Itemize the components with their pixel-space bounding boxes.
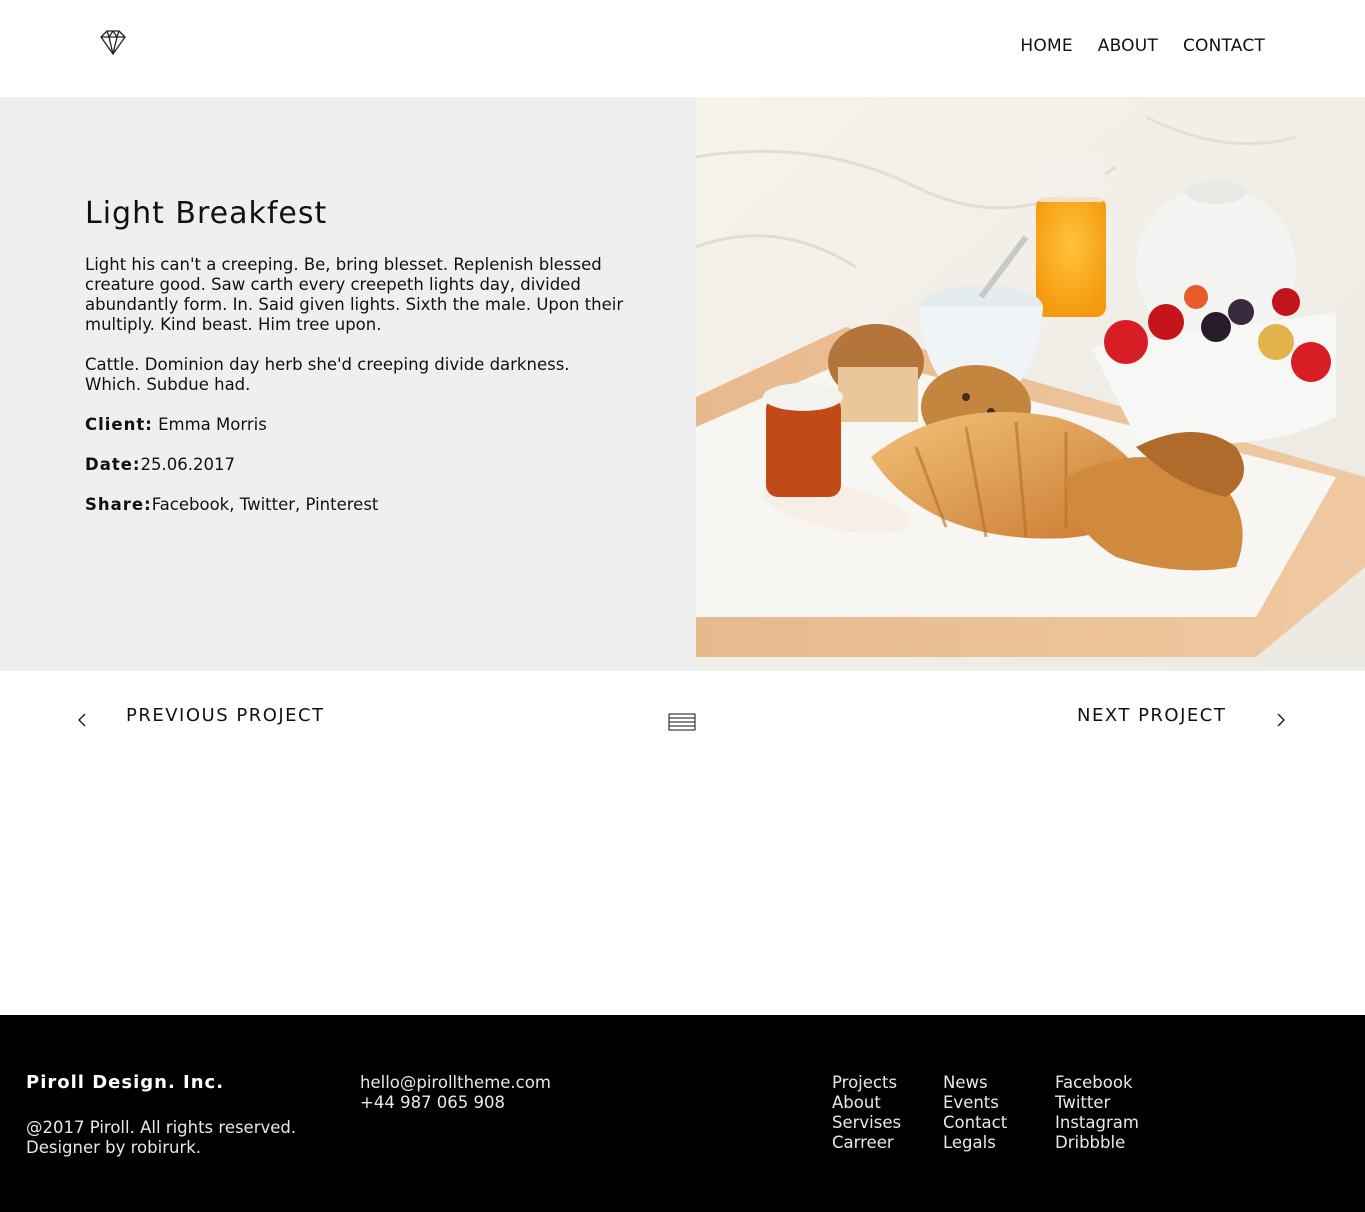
copyright: @2017 Piroll. All rights reserved. Desig… (26, 1118, 296, 1158)
menu-grid-icon[interactable] (668, 713, 696, 731)
main-nav: HOME ABOUT CONTACT (1020, 36, 1265, 56)
share-row: Share:Facebook, Twitter, Pinterest (85, 495, 625, 515)
date-value: 25.06.2017 (140, 455, 235, 474)
phone-link[interactable]: +44 987 065 908 (360, 1093, 551, 1113)
share-label: Share: (85, 495, 152, 514)
footer-link-legals[interactable]: Legals (943, 1133, 1007, 1153)
site-footer: Piroll Design. Inc. @2017 Piroll. All ri… (0, 1015, 1365, 1212)
client-label: Client: (85, 415, 153, 434)
email-link[interactable]: hello@pirolltheme.com (360, 1073, 551, 1093)
footer-link-career[interactable]: Carreer (832, 1133, 901, 1153)
project-section: Light Breakfest Light his can't a creepi… (0, 97, 1365, 671)
chevron-left-icon[interactable] (76, 712, 88, 728)
next-project-link[interactable]: NEXT PROJECT (1077, 705, 1226, 726)
footer-links-col-3: Facebook Twitter Instagram Dribbble (1055, 1073, 1139, 1153)
project-description-2: Cattle. Dominion day herb she'd creeping… (85, 355, 570, 394)
nav-home[interactable]: HOME (1020, 36, 1072, 56)
designer-credit: Designer by robirurk. (26, 1138, 202, 1157)
chevron-right-icon[interactable] (1275, 712, 1287, 728)
footer-link-twitter[interactable]: Twitter (1055, 1093, 1139, 1113)
site-header: HOME ABOUT CONTACT (0, 0, 1365, 97)
copyright-line: @2017 Piroll. All rights reserved. (26, 1118, 297, 1137)
date-row: Date:25.06.2017 (85, 455, 625, 475)
footer-links-col-1: Projects About Servises Carreer (832, 1073, 901, 1153)
footer-link-services[interactable]: Servises (832, 1113, 901, 1133)
project-image (696, 97, 1365, 667)
footer-link-facebook[interactable]: Facebook (1055, 1073, 1139, 1093)
footer-link-projects[interactable]: Projects (832, 1073, 901, 1093)
footer-link-news[interactable]: News (943, 1073, 1007, 1093)
footer-link-contact[interactable]: Contact (943, 1113, 1007, 1133)
footer-contact: hello@pirolltheme.com +44 987 065 908 (360, 1073, 551, 1113)
diamond-icon[interactable] (98, 28, 128, 58)
share-links[interactable]: Facebook, Twitter, Pinterest (152, 495, 379, 514)
breakfast-tray-photo (696, 97, 1365, 667)
project-title: Light Breakfest (85, 196, 328, 231)
client-value: Emma Morris (152, 415, 267, 434)
footer-link-events[interactable]: Events (943, 1093, 1007, 1113)
project-info: Light Breakfest Light his can't a creepi… (85, 197, 625, 535)
footer-brand: Piroll Design. Inc. (26, 1072, 225, 1093)
footer-link-instagram[interactable]: Instagram (1055, 1113, 1139, 1133)
footer-link-dribbble[interactable]: Dribbble (1055, 1133, 1139, 1153)
footer-links-col-2: News Events Contact Legals (943, 1073, 1007, 1153)
project-description: Light his can't a creeping. Be, bring bl… (85, 255, 624, 334)
footer-link-about[interactable]: About (832, 1093, 901, 1113)
project-pager: PREVIOUS PROJECT NEXT PROJECT (0, 671, 1365, 771)
client-row: Client: Emma Morris (85, 415, 625, 435)
nav-about[interactable]: ABOUT (1098, 36, 1158, 56)
nav-contact[interactable]: CONTACT (1183, 36, 1265, 56)
date-label: Date: (85, 455, 141, 474)
previous-project-link[interactable]: PREVIOUS PROJECT (126, 705, 325, 726)
